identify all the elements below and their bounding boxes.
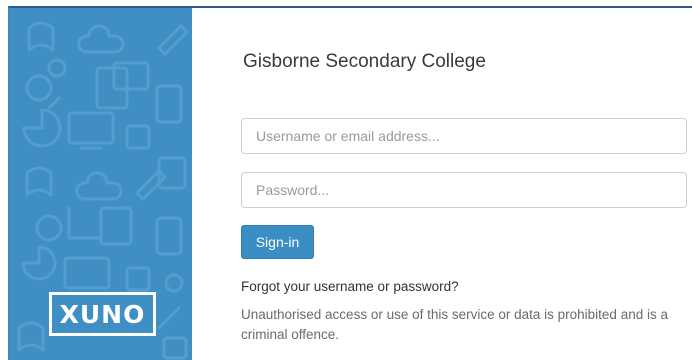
sign-in-button[interactable]: Sign-in <box>241 225 314 259</box>
school-name: Gisborne Secondary College <box>243 51 486 72</box>
xuno-logo: XUNO <box>49 292 156 336</box>
password-input[interactable] <box>241 172 687 208</box>
brand-sidebar: XUNO <box>9 8 192 360</box>
username-input[interactable] <box>241 118 687 154</box>
access-warning-text: Unauthorised access or use of this servi… <box>241 307 668 342</box>
forgot-credentials-link[interactable]: Forgot your username or password? <box>241 279 459 294</box>
login-window: XUNO Gisborne Secondary College Sign-in … <box>8 6 692 360</box>
login-panel: Gisborne Secondary College Sign-in Forgo… <box>192 8 692 360</box>
xuno-logo-text: XUNO <box>59 299 146 329</box>
